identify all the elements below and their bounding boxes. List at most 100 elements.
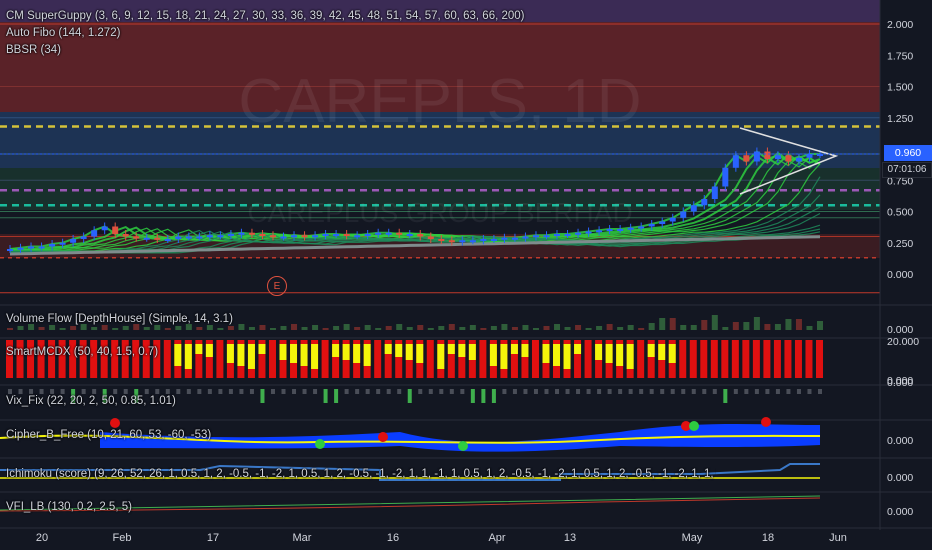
candle-body-10 <box>112 226 119 234</box>
candle-body-17 <box>185 236 192 239</box>
candle-body-13 <box>143 237 150 240</box>
vix-bar-72 <box>765 389 770 394</box>
vol-bar-56 <box>596 326 603 330</box>
mcdx-yellow-22 <box>237 344 245 366</box>
candle-body-52 <box>554 234 561 236</box>
vol-bar-40 <box>427 328 434 330</box>
chart-root[interactable]: CAREPLS, 1D CAREPLUS GROUP BERHAD 2.000 1.7… <box>0 0 932 550</box>
legend-superguppy[interactable]: CM SuperGuppy (3, 6, 9, 12, 15, 18, 21, … <box>6 9 525 23</box>
vol-bar-36 <box>385 326 392 330</box>
vix-bar-22 <box>239 389 244 394</box>
time-tick-3: Mar <box>293 532 312 544</box>
mcdx-yellow-29 <box>311 344 319 369</box>
vol-bar-45 <box>480 328 487 330</box>
candle-body-48 <box>511 237 518 240</box>
time-tick-8: 18 <box>762 532 774 544</box>
candle-body-18 <box>196 236 203 239</box>
vol-bar-33 <box>354 327 361 330</box>
mcdx-red-76 <box>805 340 813 378</box>
mcdx-yellow-52 <box>553 344 561 366</box>
price-tick-2: 1.500 <box>887 82 913 94</box>
vol-bar-46 <box>490 326 497 330</box>
vol-bar-39 <box>417 325 424 330</box>
candle-body-51 <box>543 235 550 238</box>
vol-bar-6 <box>70 326 77 330</box>
vol-bar-66 <box>701 320 708 330</box>
vix-bar-75 <box>796 389 801 394</box>
main-legend: CM SuperGuppy (3, 6, 9, 12, 15, 18, 21, … <box>6 9 525 60</box>
legend-auto-fibo[interactable]: Auto Fibo (144, 1.272) <box>6 26 525 40</box>
mcdx-yellow-56 <box>595 344 603 360</box>
candle-body-47 <box>501 237 508 240</box>
mcdx-yellow-27 <box>290 344 298 363</box>
vol-bar-63 <box>669 318 676 330</box>
vix-bar-31 <box>334 389 339 403</box>
legend-ichimoku[interactable]: Ichimoku (score) (9, 26, 52, 26, 1, 0.5,… <box>6 467 716 481</box>
mcdx-yellow-36 <box>384 344 392 354</box>
vol-bar-5 <box>59 328 66 330</box>
vix-bar-24 <box>260 389 265 403</box>
candle-body-66 <box>701 199 708 206</box>
vix-bar-47 <box>502 389 507 394</box>
mcdx-yellow-37 <box>395 344 403 357</box>
pane-axis-mcdx-top: 20.000 <box>887 336 919 348</box>
candle-body-72 <box>764 151 771 159</box>
vol-bar-58 <box>617 327 624 330</box>
vol-bar-70 <box>743 322 750 330</box>
vix-bar-63 <box>670 389 675 394</box>
legend-volume-flow[interactable]: Volume Flow [DepthHouse] (Simple, 14, 3.… <box>6 312 233 326</box>
vix-bar-66 <box>702 389 707 394</box>
mcdx-yellow-34 <box>363 344 371 366</box>
mcdx-red-70 <box>742 340 750 378</box>
legend-vix-fix[interactable]: Vix_Fix (22, 20, 2, 50, 0.85, 1.01) <box>6 394 176 408</box>
vix-bar-59 <box>628 389 633 394</box>
candle-body-43 <box>459 240 466 243</box>
earnings-marker[interactable]: E <box>267 276 287 296</box>
candle-body-24 <box>259 234 266 236</box>
candle-body-69 <box>732 155 739 168</box>
price-tick-5: 0.500 <box>887 207 913 219</box>
mcdx-yellow-23 <box>247 344 255 369</box>
vix-bar-16 <box>176 389 181 394</box>
vol-bar-15 <box>164 328 171 330</box>
vix-bar-36 <box>386 389 391 394</box>
candle-body-14 <box>154 237 161 240</box>
vol-bar-43 <box>459 327 466 330</box>
vix-bar-67 <box>712 389 717 394</box>
legend-vfi-lb[interactable]: VFI_LB (130, 0.2, 2.5, 5) <box>6 500 132 514</box>
candle-body-75 <box>795 157 802 162</box>
vix-bar-27 <box>292 389 297 394</box>
vix-bar-52 <box>555 389 560 394</box>
vol-bar-53 <box>564 327 571 330</box>
candle-body-33 <box>354 235 361 238</box>
mcdx-yellow-63 <box>668 344 676 363</box>
price-tick-0: 2.000 <box>887 19 913 31</box>
vol-bar-72 <box>764 324 771 330</box>
candle-body-38 <box>406 234 413 236</box>
vix-bar-37 <box>397 389 402 394</box>
legend-bbsr[interactable]: BBSR (34) <box>6 43 525 57</box>
candle-body-39 <box>417 234 424 237</box>
mcdx-red-71 <box>752 340 760 378</box>
vol-bar-13 <box>143 327 150 330</box>
vol-bar-47 <box>501 324 508 330</box>
vix-bar-18 <box>197 389 202 394</box>
vol-bar-16 <box>175 326 182 330</box>
mcdx-yellow-46 <box>489 344 497 366</box>
mcdx-red-50 <box>531 340 539 378</box>
vol-bar-75 <box>795 319 802 330</box>
vol-bar-44 <box>469 325 476 330</box>
vol-bar-30 <box>322 328 329 330</box>
vol-bar-32 <box>343 324 350 330</box>
vix-bar-20 <box>218 389 223 394</box>
time-tick-5: Apr <box>488 532 505 544</box>
legend-cipher-b[interactable]: Cipher_B_Free (10, 21, 60, 53, -60, -53) <box>6 428 211 442</box>
vol-bar-54 <box>575 325 582 330</box>
vix-bar-61 <box>649 389 654 394</box>
time-tick-9: Jun <box>829 532 847 544</box>
candle-body-3 <box>38 246 45 249</box>
mcdx-red-20 <box>216 340 224 378</box>
legend-smart-mcdx[interactable]: SmartMCDX (50, 40, 1.5, 0.7) <box>6 345 158 359</box>
mcdx-yellow-38 <box>405 344 413 360</box>
vol-bar-37 <box>396 324 403 330</box>
